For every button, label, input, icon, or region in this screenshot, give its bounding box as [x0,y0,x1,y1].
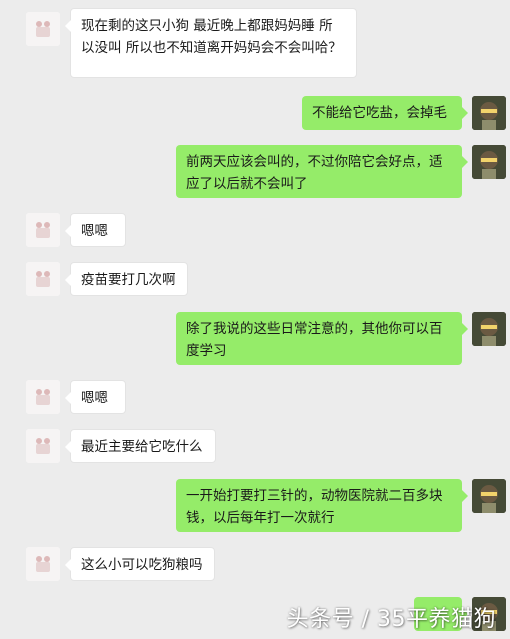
outgoing-message-bubble[interactable]: 前两天应该会叫的，不过你陪它会好点，适应了以后就不会叫了 [176,145,468,198]
incoming-message-bubble[interactable]: 嗯嗯 [65,213,126,247]
outgoing-message-bubble[interactable]: 一开始打要打三针的，动物医院就二百多块钱，以后每年打一次就行 [176,479,468,532]
outgoing-message-bubble[interactable]: 除了我说的这些日常注意的，其他你可以百度学习 [176,312,468,365]
user-avatar-icon [472,479,506,513]
contact-avatar-icon [26,380,60,414]
incoming-message-bubble[interactable]: 现在剩的这只小狗 最近晚上都跟妈妈睡 所以没叫 所以也不知道离开妈妈会不会叫哈？ [65,8,357,78]
contact-avatar[interactable] [26,429,60,463]
incoming-message-bubble[interactable]: 这么小可以吃狗粮吗 [65,547,215,581]
contact-avatar-icon [26,429,60,463]
contact-avatar[interactable] [26,213,60,247]
user-avatar-icon [472,145,506,179]
contact-avatar-icon [26,213,60,247]
user-avatar[interactable] [472,96,506,130]
user-avatar-icon [472,96,506,130]
watermark: 头条号 / 35平养猫狗 [286,607,496,632]
incoming-message-bubble[interactable]: 疫苗要打几次啊 [65,262,188,296]
incoming-message-bubble[interactable]: 最近主要给它吃什么 [65,429,216,463]
contact-avatar[interactable] [26,380,60,414]
incoming-message-bubble[interactable]: 嗯嗯 [65,380,126,414]
contact-avatar-icon [26,12,60,46]
contact-avatar[interactable] [26,12,60,46]
user-avatar-icon [472,312,506,346]
user-avatar[interactable] [472,145,506,179]
contact-avatar[interactable] [26,262,60,296]
contact-avatar[interactable] [26,547,60,581]
user-avatar[interactable] [472,479,506,513]
contact-avatar-icon [26,262,60,296]
user-avatar[interactable] [472,312,506,346]
contact-avatar-icon [26,547,60,581]
outgoing-message-bubble[interactable]: 不能给它吃盐，会掉毛 [302,96,468,130]
